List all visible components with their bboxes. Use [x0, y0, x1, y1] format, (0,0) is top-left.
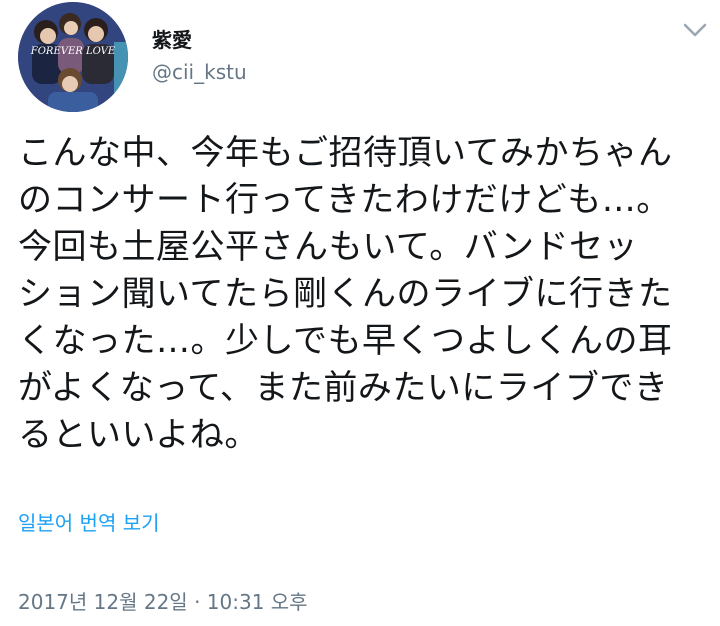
user-handle[interactable]: @cii_kstu	[152, 60, 247, 84]
tweet-text: こんな中、今年もご招待頂いてみかちゃん のコンサート行ってきたわけだけども…。 …	[18, 133, 673, 455]
translate-link[interactable]: 일본어 번역 보기	[18, 507, 160, 536]
tweet-timestamp[interactable]: 2017년 12월 22일 · 10:31 오후	[18, 586, 308, 615]
tweet: FOREVER LOVE 紫愛 @cii_kstu こんな中、今年もご招待頂いて…	[0, 0, 720, 626]
chevron-down-icon[interactable]	[680, 18, 710, 42]
avatar[interactable]: FOREVER LOVE	[18, 2, 128, 112]
avatar-caption: FOREVER LOVE	[30, 46, 116, 57]
avatar-image: FOREVER LOVE	[18, 2, 128, 112]
display-name[interactable]: 紫愛	[152, 24, 192, 53]
